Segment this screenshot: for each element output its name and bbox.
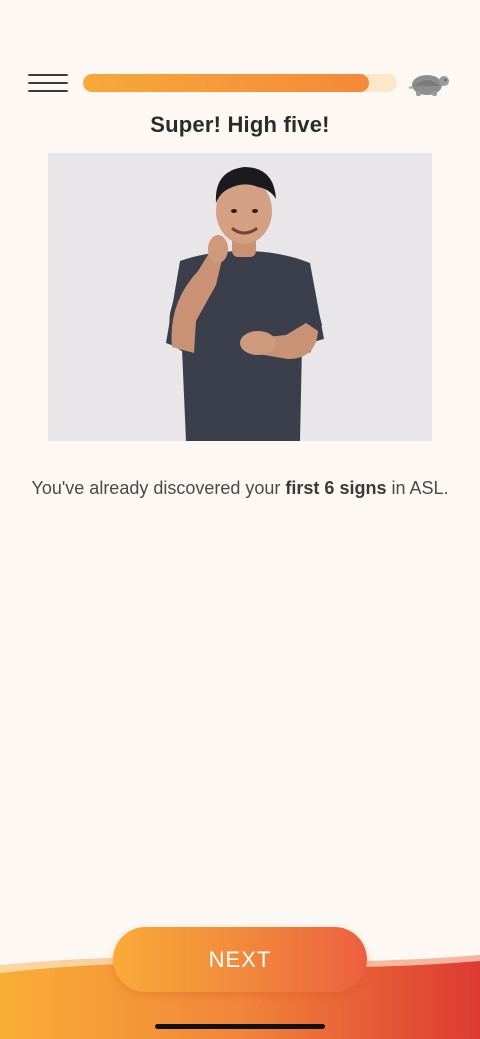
signing-person-illustration [48, 153, 432, 441]
next-button[interactable]: NEXT [113, 927, 367, 992]
page-title: Super! High five! [150, 112, 330, 137]
description-emphasis: first 6 signs [285, 478, 387, 498]
turtle-icon[interactable] [408, 70, 452, 98]
menu-line [28, 74, 68, 76]
menu-line [28, 90, 68, 92]
progress-description: You've already discovered your first 6 s… [0, 478, 480, 499]
hamburger-menu-icon[interactable] [26, 70, 70, 96]
description-prefix: You've already discovered your [31, 478, 286, 498]
lesson-progress-bar [83, 74, 397, 92]
menu-line [28, 82, 68, 84]
lesson-progress-fill [83, 74, 369, 92]
sign-video[interactable] [48, 153, 432, 441]
description-suffix: in ASL. [386, 478, 449, 498]
home-indicator[interactable] [155, 1024, 325, 1029]
top-bar [0, 0, 480, 110]
